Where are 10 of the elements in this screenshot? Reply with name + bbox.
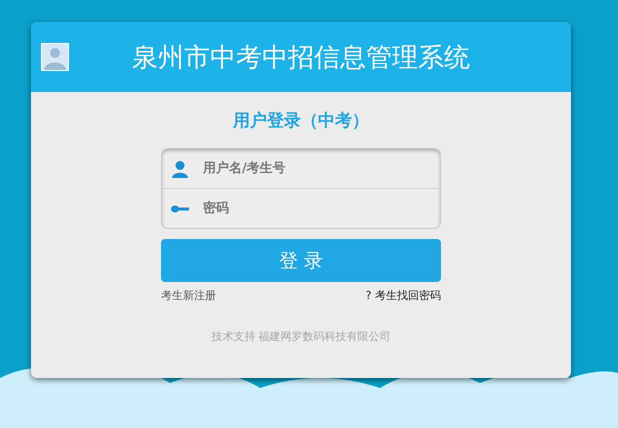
password-field[interactable]: 密码	[201, 200, 440, 217]
system-title: 泉州市中考中招信息管理系统	[131, 42, 471, 74]
user-icon	[171, 160, 189, 178]
register-link[interactable]: 考生新注册	[161, 288, 216, 303]
login-heading: 用户登录（中考）	[232, 110, 370, 132]
key-icon	[171, 204, 189, 212]
footer-credit: 技术支持 福建网罗数码科技有限公司	[210, 329, 392, 344]
avatar-icon	[41, 43, 69, 71]
recover-password-link[interactable]: ? 考生找回密码	[366, 288, 441, 303]
username-field[interactable]: 用户名/考生号	[201, 160, 440, 177]
